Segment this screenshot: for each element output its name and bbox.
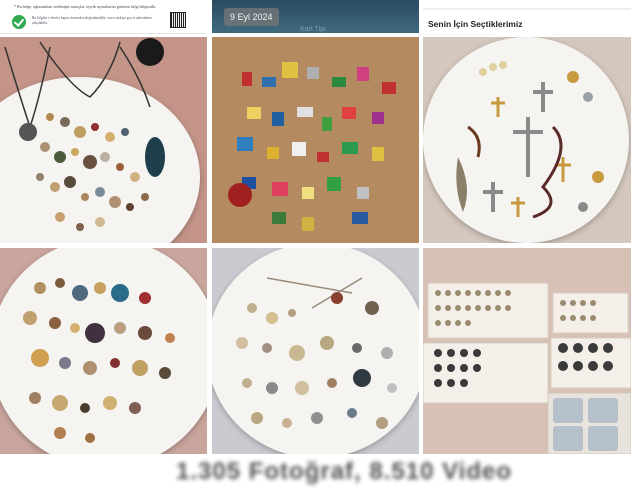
photo-thumbnail-5[interactable] bbox=[212, 248, 419, 454]
dated-photo-card[interactable]: 9 Eyl 2024 Kart Tipi bbox=[212, 0, 419, 33]
pin-items bbox=[228, 62, 396, 231]
document-note-text: * Bu belge, uğramaktan verilmiştir sonuç… bbox=[14, 4, 157, 9]
divider bbox=[423, 8, 631, 10]
check-icon bbox=[12, 15, 26, 29]
media-count-summary: 1.305 Fotoğraf, 8.510 Video bbox=[176, 458, 513, 485]
faded-caption: Kart Tipi bbox=[300, 26, 326, 33]
qr-code-icon bbox=[170, 12, 186, 28]
photo-thumbnail-6[interactable] bbox=[423, 248, 631, 454]
recommendations-header: Senin İçin Seçtiklerimiz bbox=[423, 0, 631, 33]
silver-brooch-items bbox=[236, 277, 397, 429]
photo-thumbnail-4[interactable] bbox=[0, 248, 207, 454]
document-small-text: Bu bilgiler e-devlet kapısı üzerinden do… bbox=[32, 16, 152, 25]
date-badge: 9 Eyl 2024 bbox=[224, 8, 279, 26]
photo-thumbnail-1[interactable] bbox=[0, 37, 207, 243]
section-title: Senin İçin Seçtiklerimiz bbox=[428, 19, 523, 29]
photo-thumbnail-2[interactable] bbox=[212, 37, 419, 243]
ring-box-items bbox=[423, 282, 631, 454]
brooch-items bbox=[23, 278, 175, 443]
document-preview-card[interactable]: * Bu belge, uğramaktan verilmiştir sonuç… bbox=[0, 0, 206, 34]
photo-thumbnail-3[interactable] bbox=[423, 37, 631, 243]
pendant-items bbox=[456, 61, 604, 219]
jewelry-items bbox=[4, 38, 165, 231]
